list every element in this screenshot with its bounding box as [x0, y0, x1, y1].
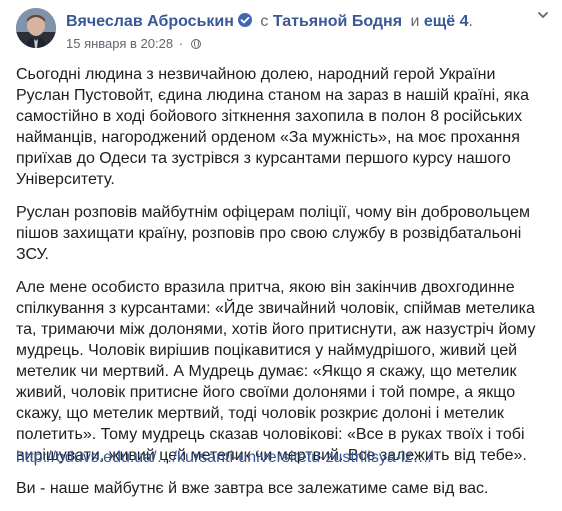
globe-icon[interactable] — [190, 39, 201, 49]
tagged-person-link[interactable]: Татьяной Бодня — [273, 13, 402, 30]
chevron-down-icon[interactable] — [538, 10, 548, 20]
post-paragraph-2: Руслан розповів майбутнім офіцерам поліц… — [16, 204, 531, 263]
post-meta: 15 января в 20:28 · — [66, 36, 201, 52]
facebook-post: Вячеслав Аброськин с Татьяной Бодня и ещ… — [0, 0, 562, 497]
post-paragraph-1: Сьогодні людина з незвичайною долею, нар… — [16, 66, 529, 188]
with-and: и — [410, 13, 420, 30]
with-period: . — [468, 13, 473, 30]
post-timestamp[interactable]: 15 января в 20:28 — [66, 36, 173, 51]
post-body: Сьогодні людина з незвичайною долею, нар… — [16, 64, 548, 511]
verified-badge-icon — [237, 13, 252, 27]
author-name[interactable]: Вячеслав Аброськин — [66, 13, 234, 30]
post-paragraph-3: Але мене особисто вразила притча, якою в… — [16, 279, 536, 464]
post-link[interactable]: http://oduvs.edu.ua/…/kursanti-universit… — [16, 447, 433, 468]
avatar-photo — [16, 8, 56, 48]
author-line: Вячеслав Аброськин с Татьяной Бодня и ещ… — [66, 12, 473, 32]
avatar[interactable] — [16, 8, 56, 48]
tagged-others-link[interactable]: ещё 4 — [424, 13, 469, 30]
post-paragraph-4: Ви - наше майбутнє й вже завтра все зале… — [16, 480, 489, 497]
meta-separator: · — [178, 36, 184, 51]
with-prefix: с — [260, 13, 269, 30]
